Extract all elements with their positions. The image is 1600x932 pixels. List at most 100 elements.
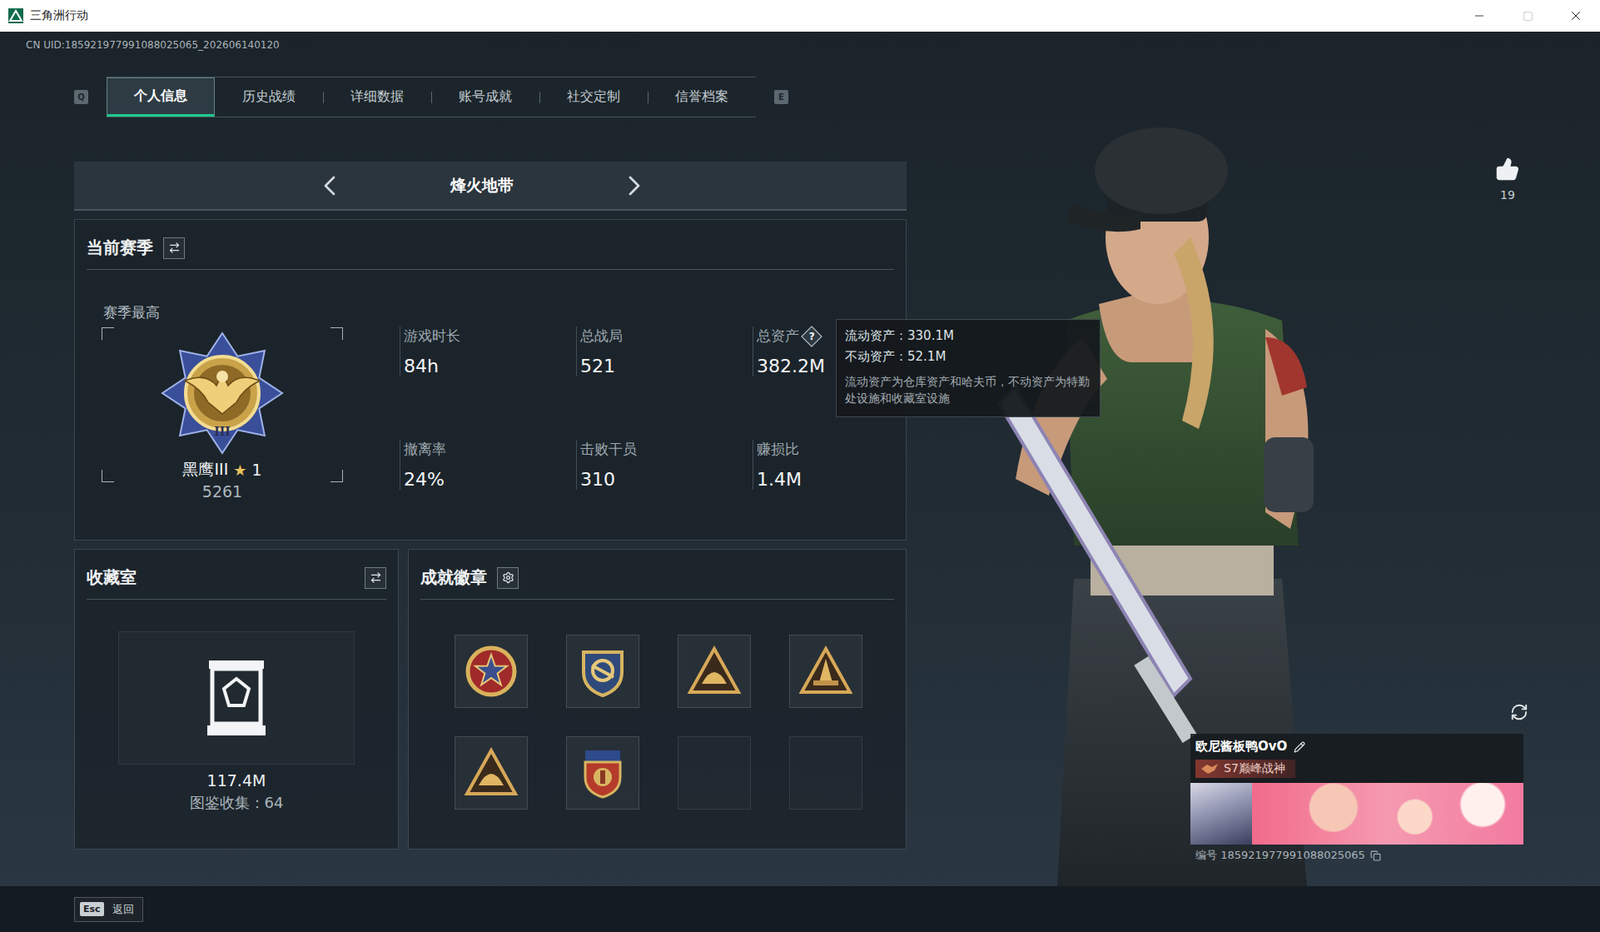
minimize-icon <box>1472 9 1486 23</box>
thumbs-up-icon <box>1495 156 1521 182</box>
bottom-panels: 收藏室 117.4M图鉴收集：64 成就徽章 <box>74 548 907 850</box>
tooltip-line: 不动资产：52.1M <box>844 348 1092 365</box>
gear-icon <box>501 571 515 584</box>
uid-label: CN UID:185921977991088025065_20260614012… <box>25 38 907 52</box>
rank-name: 黑鹰III★1 <box>182 458 262 481</box>
tab[interactable]: 信誉档案 <box>647 77 756 117</box>
stat: 游戏时长 84h <box>399 326 577 377</box>
badge-slot[interactable] <box>454 634 528 708</box>
mode-selector: 烽火地带 <box>74 161 907 211</box>
svg-text:III: III <box>213 424 231 438</box>
player-title: S7巅峰战神 <box>1195 759 1296 778</box>
triangle-medal-icon <box>463 745 519 800</box>
stat-value: 1.4M <box>756 468 906 490</box>
stat: 总资产?382.2M流动资产：330.1M不动资产：52.1M流动资产为仓库资产… <box>752 326 906 377</box>
stat-label: 游戏时长 <box>403 326 577 346</box>
tab-bar: 个人信息历史战绩详细数据账号成就社交定制信誉档案 <box>106 76 756 118</box>
star-medal-icon <box>463 643 519 699</box>
showcase-icon <box>205 658 268 737</box>
achievement-settings-button[interactable] <box>496 566 519 589</box>
title-row: S7巅峰战神 <box>1190 757 1524 783</box>
banner-image <box>1252 782 1524 845</box>
title-emblem-icon <box>1200 762 1219 775</box>
rank-frame-inner: III黑鹰III★15261 <box>101 330 343 501</box>
back-button[interactable]: Esc 返回 <box>74 896 144 922</box>
maximize-button <box>1503 0 1552 32</box>
tab[interactable]: 个人信息 <box>106 77 215 117</box>
badge-grid <box>454 634 906 810</box>
next-tab-key[interactable]: E <box>774 89 789 105</box>
title-bar: 三角洲行动 <box>0 0 1600 32</box>
player-name: 欧尼酱板鸭OvO <box>1195 738 1287 755</box>
help-icon[interactable]: ? <box>800 325 822 347</box>
avatar-image <box>1190 782 1253 845</box>
edit-icon[interactable] <box>1293 740 1306 753</box>
name-card-banner <box>1190 782 1524 845</box>
switch-icon <box>369 571 383 584</box>
app-logo-icon <box>8 8 24 24</box>
like-count: 19 <box>1500 188 1516 202</box>
player-id-row: 编号 185921977991088025065 <box>1190 844 1524 866</box>
badge-slot[interactable] <box>454 735 528 810</box>
collection-panel: 收藏室 117.4M图鉴收集：64 <box>74 548 399 850</box>
badge-slot[interactable] <box>789 735 863 810</box>
stat-value: 84h <box>403 355 577 377</box>
achievement-panel: 成就徽章 <box>407 548 907 850</box>
esc-key: Esc <box>79 901 105 916</box>
minimize-button[interactable] <box>1455 0 1504 32</box>
asset-tooltip: 流动资产：330.1M不动资产：52.1M流动资产为仓库资产和哈夫币，不动资产为… <box>835 318 1101 418</box>
bottom-bar: Esc 返回 <box>0 885 1600 932</box>
season-switch-button[interactable] <box>163 237 185 259</box>
stat: 撤离率 24% <box>399 439 577 490</box>
collection-switch-button[interactable] <box>364 566 387 589</box>
stat: 赚损比 1.4M <box>752 439 906 490</box>
badge-slot[interactable] <box>677 735 751 810</box>
collection-title: 收藏室 <box>86 566 137 589</box>
rank-emblem-icon: III <box>159 330 285 456</box>
close-button[interactable] <box>1551 0 1600 32</box>
window-title: 三角洲行动 <box>29 8 1456 24</box>
season-title: 当前赛季 <box>86 236 154 259</box>
spire-medal-icon <box>798 643 854 699</box>
copy-icon[interactable] <box>1370 849 1382 861</box>
tab-row: Q 个人信息历史战绩详细数据账号成就社交定制信誉档案 E <box>74 76 907 118</box>
back-label: 返回 <box>112 901 135 917</box>
profile-screen: CN UID:185921977991088025065_20260614012… <box>0 31 1600 886</box>
badge-slot[interactable] <box>566 735 640 810</box>
refresh-button[interactable] <box>1506 699 1532 725</box>
switch-icon <box>168 241 181 254</box>
collection-value: 117.4M <box>74 770 398 790</box>
stat: 击败干员 310 <box>576 439 753 490</box>
stat-value: 310 <box>580 468 753 490</box>
collection-showcase[interactable] <box>118 631 355 765</box>
name-card: 欧尼酱板鸭OvO S7巅峰战神编号 185921977991088025065 <box>1190 733 1524 866</box>
mode-title: 烽火地带 <box>444 174 520 197</box>
stats-grid: 游戏时长84h总战局521总资产?382.2M流动资产：330.1M不动资产：5… <box>399 326 906 507</box>
collection-header: 收藏室 <box>86 549 387 600</box>
like-button[interactable]: 19 <box>1495 156 1521 202</box>
badge-slot[interactable] <box>566 634 640 708</box>
refresh-icon <box>1510 702 1529 721</box>
prev-mode-button[interactable] <box>313 168 347 203</box>
tab[interactable]: 历史战绩 <box>214 77 323 117</box>
tab[interactable]: 详细数据 <box>322 77 432 117</box>
chevron-left-icon <box>313 168 347 203</box>
season-body: 赛季最高III黑鹰III★15261游戏时长84h总战局521总资产?382.2… <box>74 269 906 524</box>
achievement-title: 成就徽章 <box>420 566 487 589</box>
season-best-label: 赛季最高 <box>101 303 343 323</box>
stat-label: 撤离率 <box>403 439 577 459</box>
close-icon <box>1568 8 1584 24</box>
next-mode-button[interactable] <box>617 168 651 203</box>
badge-slot[interactable] <box>677 634 751 708</box>
prev-tab-key[interactable]: Q <box>74 89 89 105</box>
collection-catalog: 图鉴收集：64 <box>74 792 398 813</box>
character-stage: 19 欧尼酱板鸭OvO S7巅峰战神编号 185921977991088025065 <box>906 31 1600 886</box>
stat-value: 24% <box>403 468 577 490</box>
game-window: 三角洲行动 CN UID:185921977991088025065_202606… <box>0 0 1600 932</box>
stat-label: 击败干员 <box>580 439 753 459</box>
stat-label: 赚损比 <box>756 439 906 459</box>
profile-column: CN UID:185921977991088025065_20260614012… <box>74 31 907 886</box>
tab[interactable]: 账号成就 <box>431 77 540 117</box>
badge-slot[interactable] <box>789 634 863 708</box>
tab[interactable]: 社交定制 <box>539 77 648 117</box>
